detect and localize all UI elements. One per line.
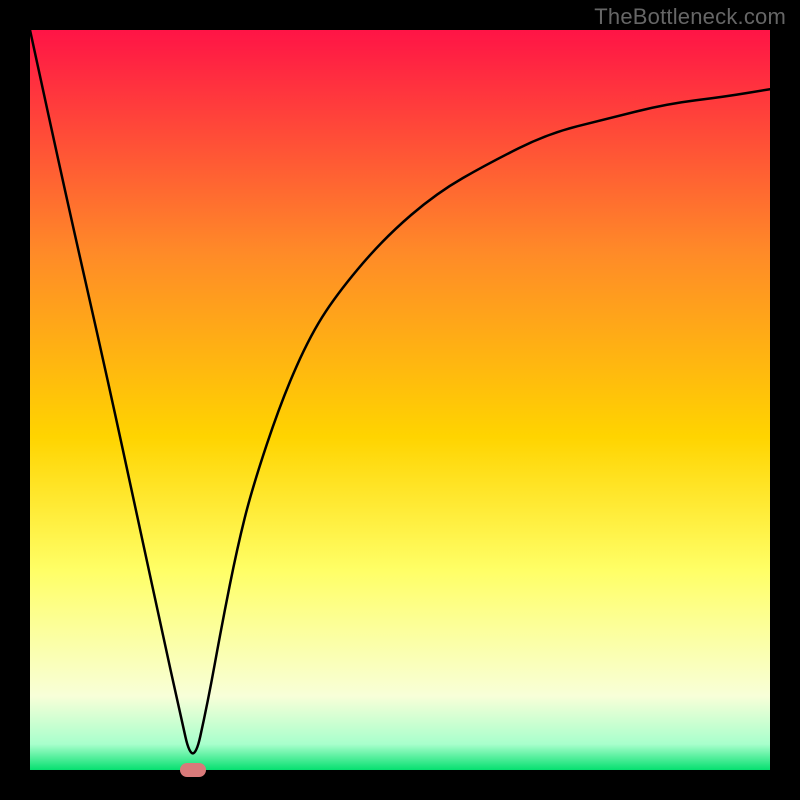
chart-frame: TheBottleneck.com xyxy=(0,0,800,800)
plot-area xyxy=(30,30,770,770)
gradient-background xyxy=(30,30,770,770)
plot-svg xyxy=(30,30,770,770)
watermark-text: TheBottleneck.com xyxy=(594,4,786,30)
